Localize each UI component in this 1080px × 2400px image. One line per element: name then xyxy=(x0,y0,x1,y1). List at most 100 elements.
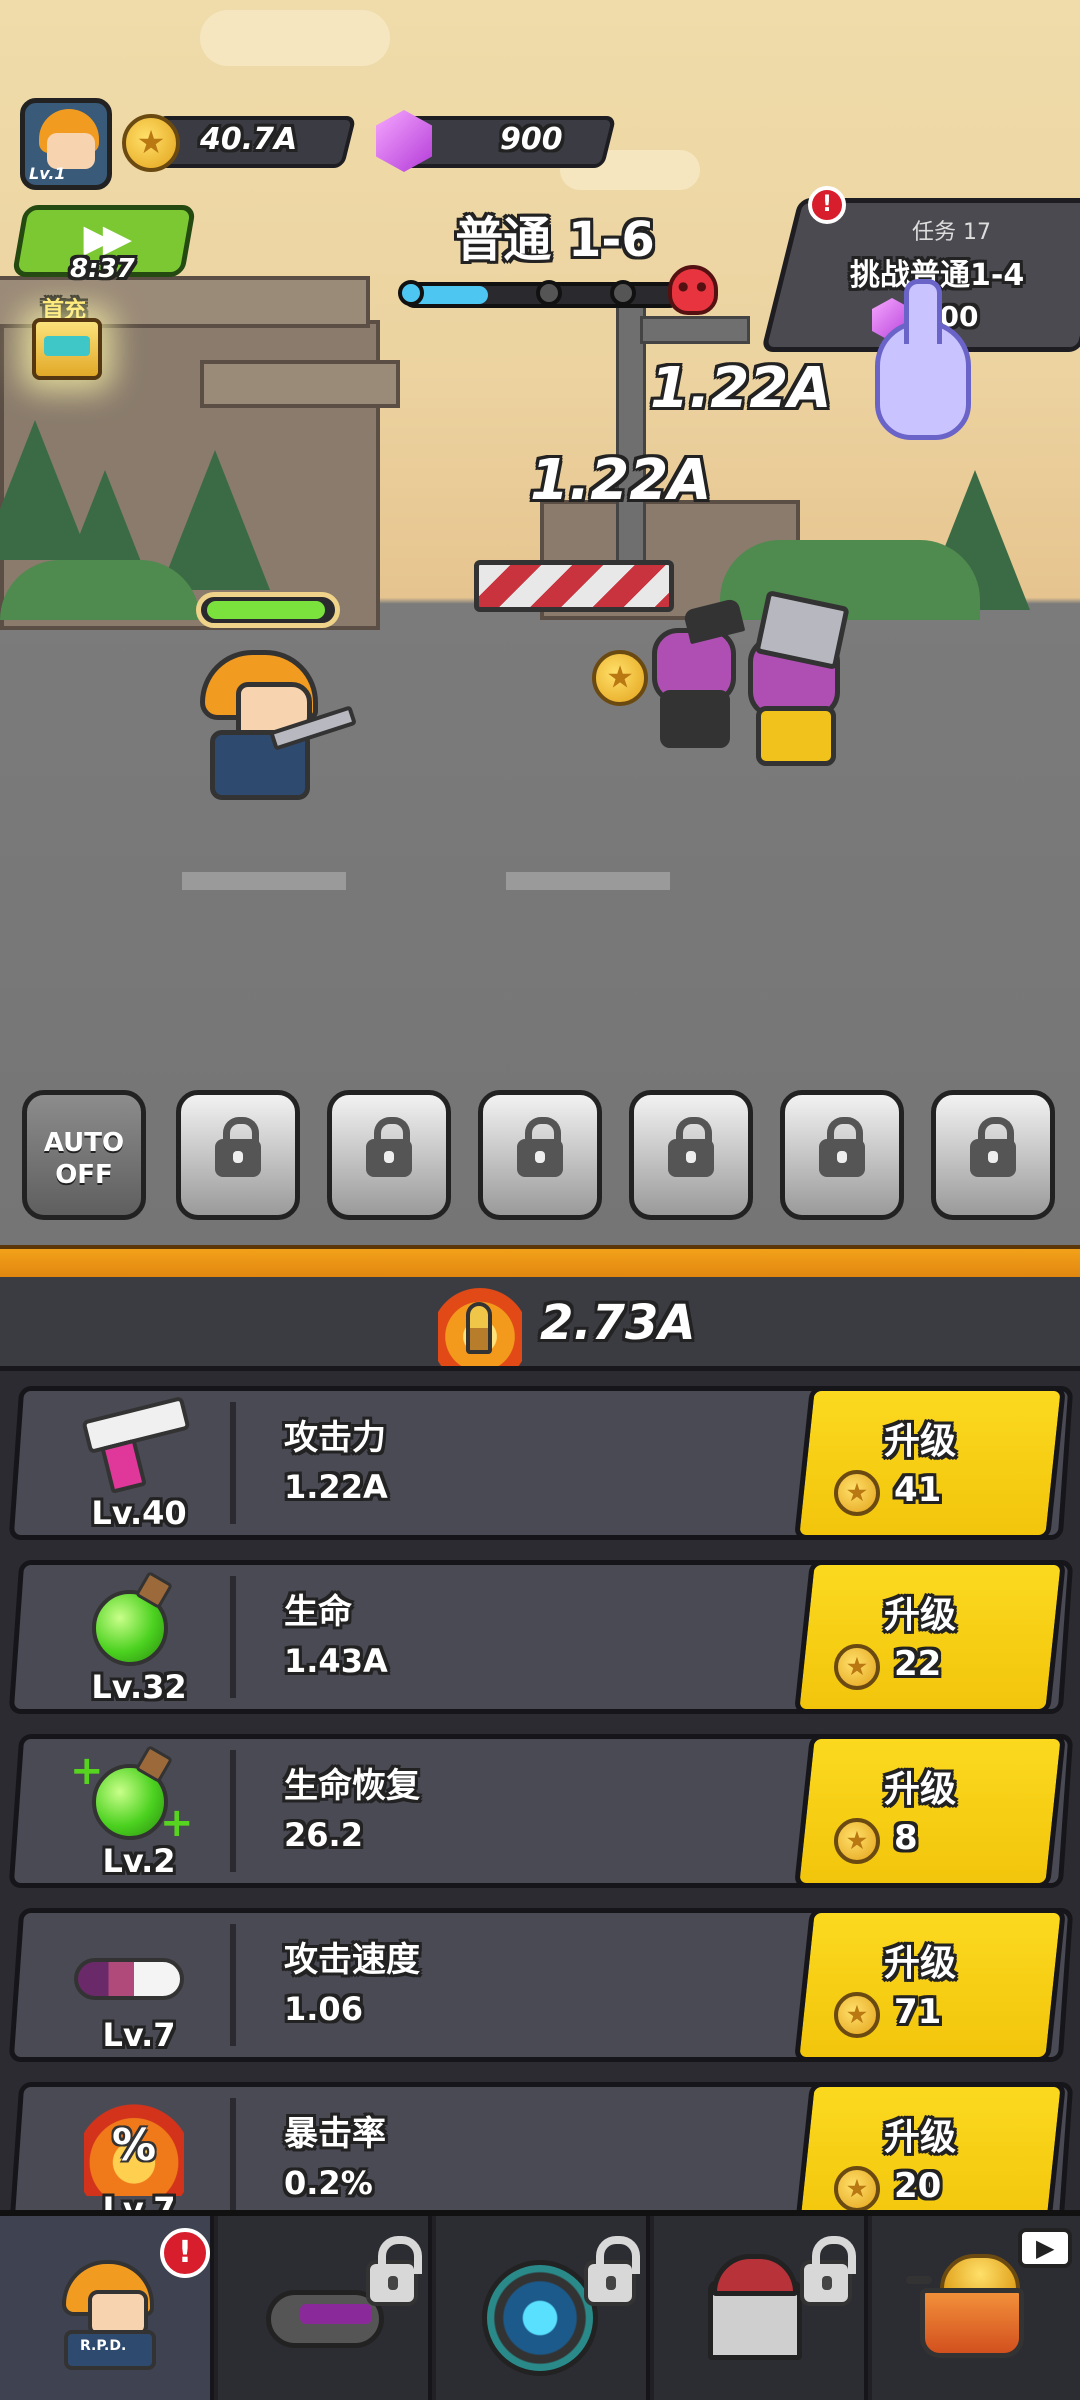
upgrade-value: 26.2 xyxy=(284,1816,363,1854)
progress-node xyxy=(398,280,424,306)
row-divider xyxy=(230,1750,236,1872)
upgrade-cost: 22 xyxy=(894,1644,942,1684)
upgrade-name: 暴击率 xyxy=(284,2114,386,2154)
upgrade-name: 攻击速度 xyxy=(284,1940,420,1980)
upgrade-row-attack-speed: Lv.7 攻击速度 1.06 升级 71 xyxy=(8,1908,1074,2062)
cart-handle xyxy=(906,2276,932,2284)
upgrade-button-label: 升级 xyxy=(884,1769,957,1810)
percent-icon: % xyxy=(112,2120,157,2171)
street-lamp xyxy=(640,316,750,344)
upgrade-cost: 41 xyxy=(894,1470,942,1510)
upgrade-level: Lv.2 xyxy=(102,1842,176,1880)
lock-icon xyxy=(366,2236,422,2306)
locked-skill-slot[interactable] xyxy=(478,1090,602,1220)
pine-tree xyxy=(160,450,270,590)
lock-icon xyxy=(517,1117,563,1177)
zombie-body xyxy=(756,706,836,766)
upgrade-name: 攻击力 xyxy=(284,1418,386,1458)
boss-skull-icon xyxy=(668,265,718,315)
coin-icon xyxy=(834,2166,880,2212)
video-ad-icon[interactable] xyxy=(1018,2228,1072,2268)
upgrade-value: 1.22A xyxy=(284,1468,388,1506)
upgrade-button-label: 升级 xyxy=(884,1943,957,1984)
road-barrier xyxy=(474,560,674,612)
coin-icon xyxy=(834,1470,880,1516)
plus-icon: + xyxy=(70,1748,104,1794)
upgrade-cost: 20 xyxy=(894,2166,942,2206)
upgrade-name: 生命恢复 xyxy=(284,1766,420,1806)
zombie-body xyxy=(660,690,730,748)
upgrade-level: Lv.40 xyxy=(91,1494,187,1532)
row-divider xyxy=(230,1402,236,1524)
hero-tab-badge: R.P.D. xyxy=(80,2338,127,2354)
damage-number: 1.22A xyxy=(650,356,832,421)
dropped-coin-icon[interactable] xyxy=(592,650,648,706)
gem-amount: 900 xyxy=(500,122,563,157)
coin-icon xyxy=(834,1992,880,2038)
lock-icon xyxy=(366,1117,412,1177)
lock-icon xyxy=(215,1117,261,1177)
damage-number: 1.22A xyxy=(530,448,712,513)
potion-icon xyxy=(92,1590,168,1666)
road-marking xyxy=(506,872,670,890)
gold-amount: 40.7A xyxy=(200,122,298,157)
upgrade-value: 1.43A xyxy=(284,1642,388,1680)
combat-power: 2.73A xyxy=(540,1295,696,1351)
hero-hp-fill xyxy=(207,601,325,619)
row-divider xyxy=(230,1576,236,1698)
gold-coin-icon xyxy=(122,114,180,172)
progress-node xyxy=(610,280,636,306)
plus-icon: + xyxy=(160,1800,194,1846)
row-divider xyxy=(230,1924,236,2046)
upgrade-cost: 8 xyxy=(894,1818,918,1858)
upgrade-button-label: 升级 xyxy=(884,1421,957,1462)
lock-icon xyxy=(668,1117,714,1177)
auto-toggle-label: AUTO OFF xyxy=(43,1128,125,1190)
row-divider xyxy=(230,2098,236,2220)
background-roof xyxy=(200,360,400,408)
bush xyxy=(720,540,980,620)
lock-icon xyxy=(970,1117,1016,1177)
upgrade-button-label: 升级 xyxy=(884,2117,957,2158)
upgrade-row-health: Lv.32 生命 1.43A 升级 22 xyxy=(8,1560,1074,1714)
locked-skill-slot[interactable] xyxy=(629,1090,753,1220)
stage-progress xyxy=(398,280,682,308)
player-level: Lv.1 xyxy=(29,164,66,183)
shop-cart-icon xyxy=(920,2288,1024,2358)
auto-toggle-button[interactable]: AUTO OFF xyxy=(22,1090,146,1220)
upgrade-name: 生命 xyxy=(284,1592,352,1632)
locked-skill-slot[interactable] xyxy=(780,1090,904,1220)
coin-icon xyxy=(834,1818,880,1864)
upgrade-level: Lv.32 xyxy=(91,1668,187,1706)
upgrade-level: Lv.7 xyxy=(102,2016,176,2054)
progress-node xyxy=(536,280,562,306)
core-icon xyxy=(482,2260,598,2376)
player-avatar[interactable]: Lv.1 xyxy=(20,98,112,190)
locked-skill-slot[interactable] xyxy=(931,1090,1055,1220)
battle-scene xyxy=(0,0,1080,1245)
tutorial-hand-icon xyxy=(875,279,971,440)
vehicle-stripe xyxy=(300,2304,372,2324)
upgrade-cost: 71 xyxy=(894,1992,942,2032)
locked-skill-slot[interactable] xyxy=(176,1090,300,1220)
lock-icon xyxy=(584,2236,640,2306)
lock-icon xyxy=(800,2236,856,2306)
locked-skill-slot[interactable] xyxy=(327,1090,451,1220)
coin-icon xyxy=(834,1644,880,1690)
cloud xyxy=(200,10,390,66)
panel-divider xyxy=(0,1245,1080,1277)
upgrade-row-attack: Lv.40 攻击力 1.22A 升级 41 xyxy=(8,1386,1074,1540)
upgrade-value: 0.2% xyxy=(284,2164,373,2202)
task-alert-icon: ! xyxy=(808,186,846,224)
task-number: 任务 17 xyxy=(912,220,991,245)
lock-icon xyxy=(819,1117,865,1177)
first-charge-chest-icon[interactable] xyxy=(32,318,102,380)
upgrade-button-label: 升级 xyxy=(884,1595,957,1636)
hero-tab-alert-icon: ! xyxy=(160,2228,210,2278)
bullet-pill-icon xyxy=(74,1958,184,2000)
hero-hp-bar xyxy=(196,592,340,628)
road-marking xyxy=(182,872,346,890)
bullet-icon xyxy=(466,1302,492,1354)
upgrade-value: 1.06 xyxy=(284,1990,363,2028)
upgrade-row-regen: + + Lv.2 生命恢复 26.2 升级 8 xyxy=(8,1734,1074,1888)
